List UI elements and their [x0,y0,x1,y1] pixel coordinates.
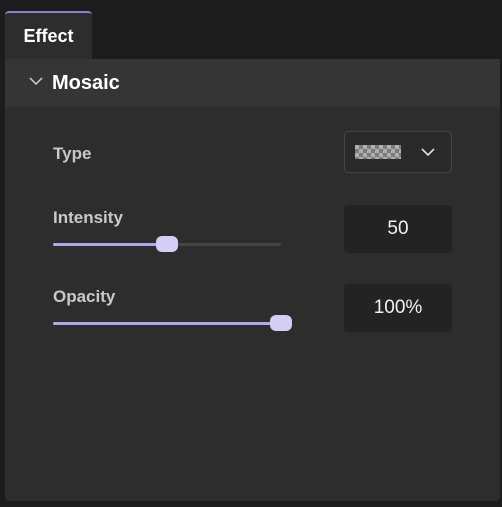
opacity-slider[interactable] [53,315,292,331]
mosaic-pattern-icon [355,145,401,159]
intensity-slider-handle[interactable] [156,236,178,252]
chevron-down-icon[interactable] [29,75,43,87]
type-select[interactable] [344,131,452,173]
chevron-down-icon [421,148,435,157]
intensity-slider-fill [53,243,167,246]
section-header-mosaic[interactable]: Mosaic [5,59,500,107]
opacity-label: Opacity [53,287,116,306]
tab-bar: Effect [0,0,502,59]
tab-effect[interactable]: Effect [5,11,92,59]
opacity-slider-handle[interactable] [270,315,292,331]
opacity-slider-fill [53,322,281,325]
section-title: Mosaic [52,72,120,94]
intensity-value-field[interactable]: 50 [344,205,452,253]
intensity-label: Intensity [53,208,123,227]
opacity-value-field[interactable]: 100% [344,284,452,332]
intensity-value: 50 [387,218,409,239]
type-label: Type [53,144,92,163]
intensity-slider[interactable] [53,236,281,252]
opacity-value: 100% [373,297,423,318]
tab-label: Effect [23,25,74,46]
effect-panel: Mosaic Type Intensity 50 Opacity 100% [5,59,500,501]
